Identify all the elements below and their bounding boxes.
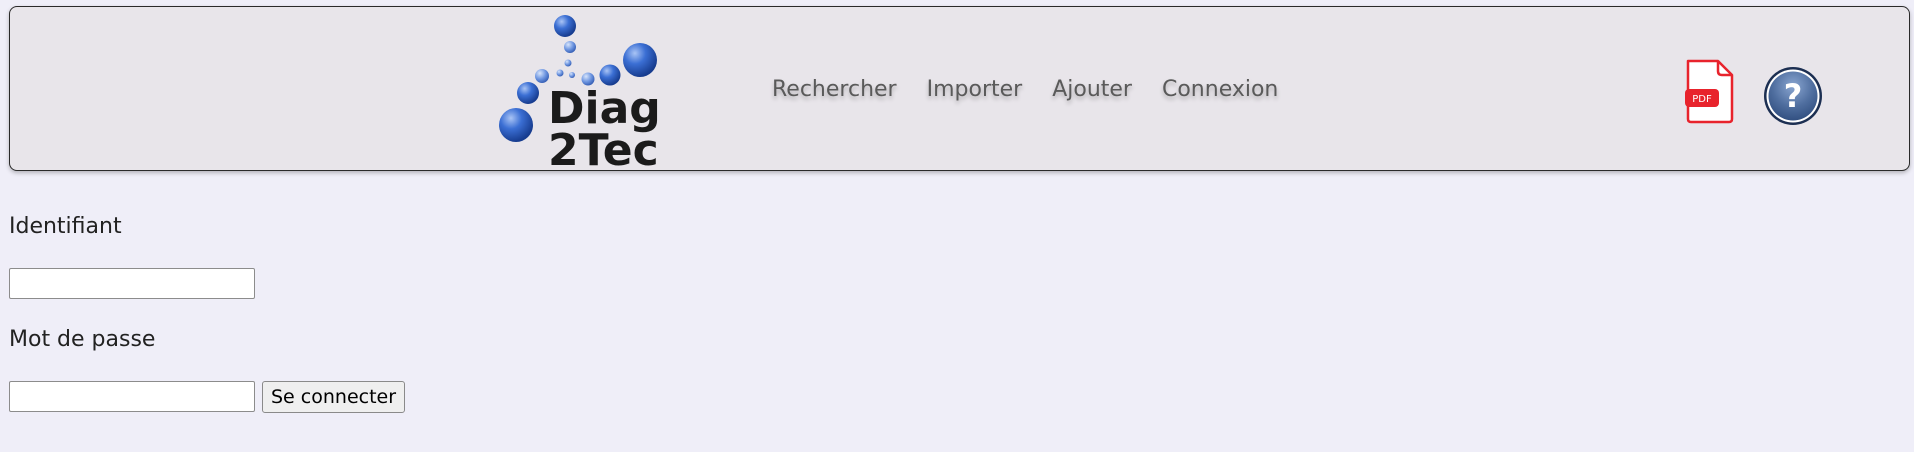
pdf-icon[interactable]: PDF	[1684, 57, 1736, 125]
site-header: Diag 2Tec Rechercher Importer Ajouter Co…	[9, 6, 1910, 173]
nav-link-rechercher[interactable]: Rechercher	[772, 77, 897, 102]
help-icon[interactable]: ?	[1762, 65, 1824, 127]
main-navigation: Rechercher Importer Ajouter Connexion	[772, 77, 1278, 102]
nav-link-connexion[interactable]: Connexion	[1162, 77, 1278, 102]
pdf-icon-text: PDF	[1692, 94, 1712, 105]
help-icon-text: ?	[1784, 77, 1803, 115]
password-label: Mot de passe	[9, 327, 156, 352]
username-input[interactable]	[9, 268, 255, 299]
login-button[interactable]: Se connecter	[262, 381, 406, 413]
password-input[interactable]	[9, 381, 255, 412]
nav-link-ajouter[interactable]: Ajouter	[1052, 77, 1132, 102]
diag2tec-logo[interactable]: Diag 2Tec	[498, 13, 668, 173]
nav-link-importer[interactable]: Importer	[927, 77, 1023, 102]
logo-text-bottom: 2Tec	[548, 125, 659, 173]
username-label: Identifiant	[9, 214, 122, 239]
